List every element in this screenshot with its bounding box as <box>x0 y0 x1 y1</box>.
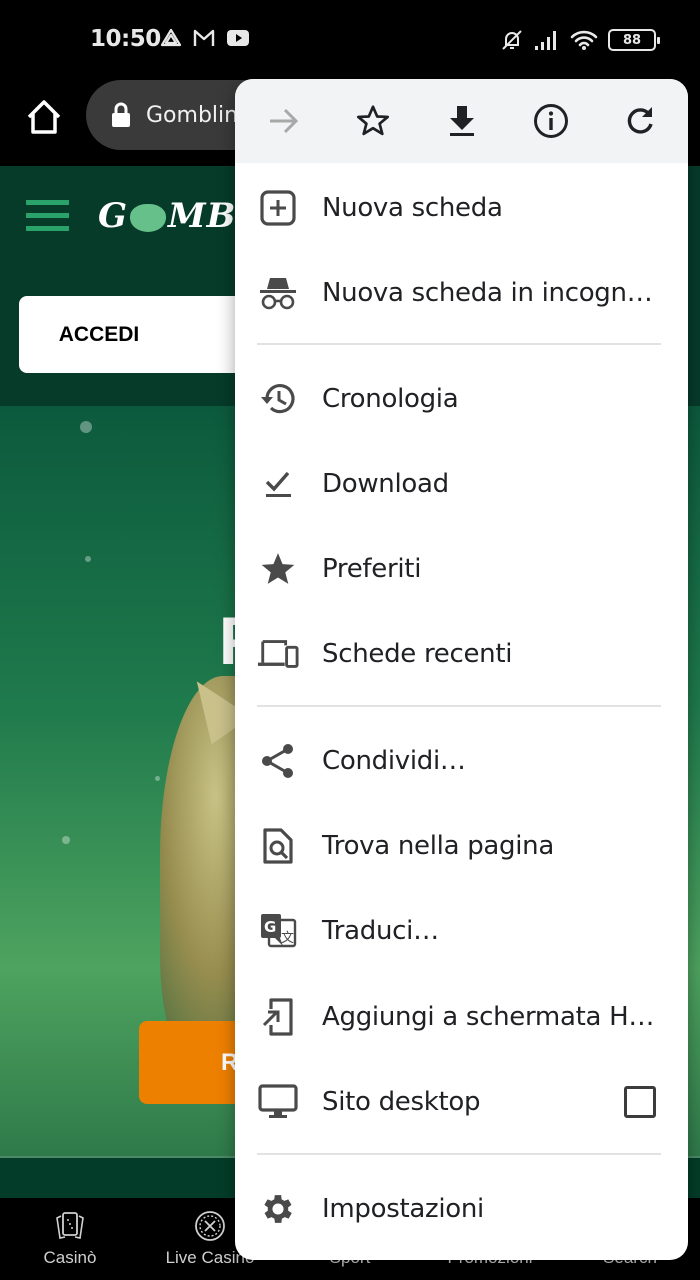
battery-indicator: 88 <box>608 29 660 51</box>
drive-icon <box>160 28 182 47</box>
status-time: 10:50 <box>90 26 161 52</box>
menu-item-desktop-site[interactable]: Sito desktop <box>235 1060 688 1144</box>
info-icon <box>533 104 568 138</box>
hamburger-menu-icon[interactable] <box>26 200 69 232</box>
find-in-page-icon <box>257 825 299 867</box>
menu-item-add-to-home[interactable]: Aggiungi a schermata H… <box>235 975 688 1059</box>
reload-button[interactable] <box>620 101 660 141</box>
translate-icon: G文 <box>257 910 299 952</box>
nav-label: Casinò <box>43 1248 97 1267</box>
star-filled-icon <box>257 548 299 590</box>
incognito-icon <box>257 272 299 314</box>
new-tab-icon <box>257 187 299 229</box>
history-icon <box>257 378 299 420</box>
reload-icon <box>627 107 653 134</box>
menu-divider <box>257 1153 661 1155</box>
roulette-icon <box>195 1211 225 1241</box>
page-info-button[interactable] <box>531 101 571 141</box>
add-to-home-icon <box>257 996 299 1038</box>
menu-divider <box>257 343 661 345</box>
nav-casino[interactable]: Casinò <box>0 1198 140 1280</box>
desktop-site-checkbox[interactable] <box>624 1086 656 1118</box>
forward-button[interactable] <box>264 101 304 141</box>
home-icon[interactable] <box>24 97 64 137</box>
goblin-face-icon <box>130 204 167 232</box>
star-outline-icon <box>356 105 389 136</box>
url-text[interactable]: Gomblin <box>146 103 238 128</box>
signal-icon <box>535 31 556 50</box>
forward-arrow-icon <box>269 108 298 134</box>
download-icon <box>449 106 474 136</box>
download-page-button[interactable] <box>442 101 482 141</box>
battery-level: 88 <box>622 32 642 48</box>
downloads-icon <box>257 463 299 505</box>
menu-item-downloads[interactable]: Download <box>235 442 688 526</box>
desktop-icon <box>257 1081 299 1123</box>
youtube-icon <box>227 30 249 46</box>
share-icon <box>257 740 299 782</box>
menu-item-bookmarks[interactable]: Preferiti <box>235 527 688 611</box>
svg-text:G: G <box>264 918 276 936</box>
gmail-icon <box>193 29 215 46</box>
svg-text:文: 文 <box>281 931 294 946</box>
settings-icon <box>257 1188 299 1230</box>
bookmark-button[interactable] <box>353 101 393 141</box>
menu-action-bar <box>235 79 688 163</box>
silent-bell-icon <box>502 30 522 50</box>
menu-item-incognito[interactable]: Nuova scheda in incogn… <box>235 251 688 335</box>
menu-item-history[interactable]: Cronologia <box>235 357 688 441</box>
devices-icon <box>257 633 299 675</box>
menu-item-find-in-page[interactable]: Trova nella pagina <box>235 804 688 888</box>
menu-item-settings[interactable]: Impostazioni <box>235 1167 688 1251</box>
menu-item-translate[interactable]: G文 Traduci… <box>235 889 688 973</box>
menu-item-share[interactable]: Condividi… <box>235 719 688 803</box>
menu-divider <box>257 705 661 707</box>
lock-icon <box>112 102 130 127</box>
wifi-icon <box>570 30 598 50</box>
menu-item-new-tab[interactable]: Nuova scheda <box>235 166 688 250</box>
cards-icon <box>56 1212 84 1239</box>
browser-overflow-menu: Nuova scheda Nuova scheda in incogn… Cro… <box>235 79 688 1260</box>
status-bar: 10:50 88 <box>0 0 700 80</box>
menu-item-recent-tabs[interactable]: Schede recenti <box>235 612 688 696</box>
